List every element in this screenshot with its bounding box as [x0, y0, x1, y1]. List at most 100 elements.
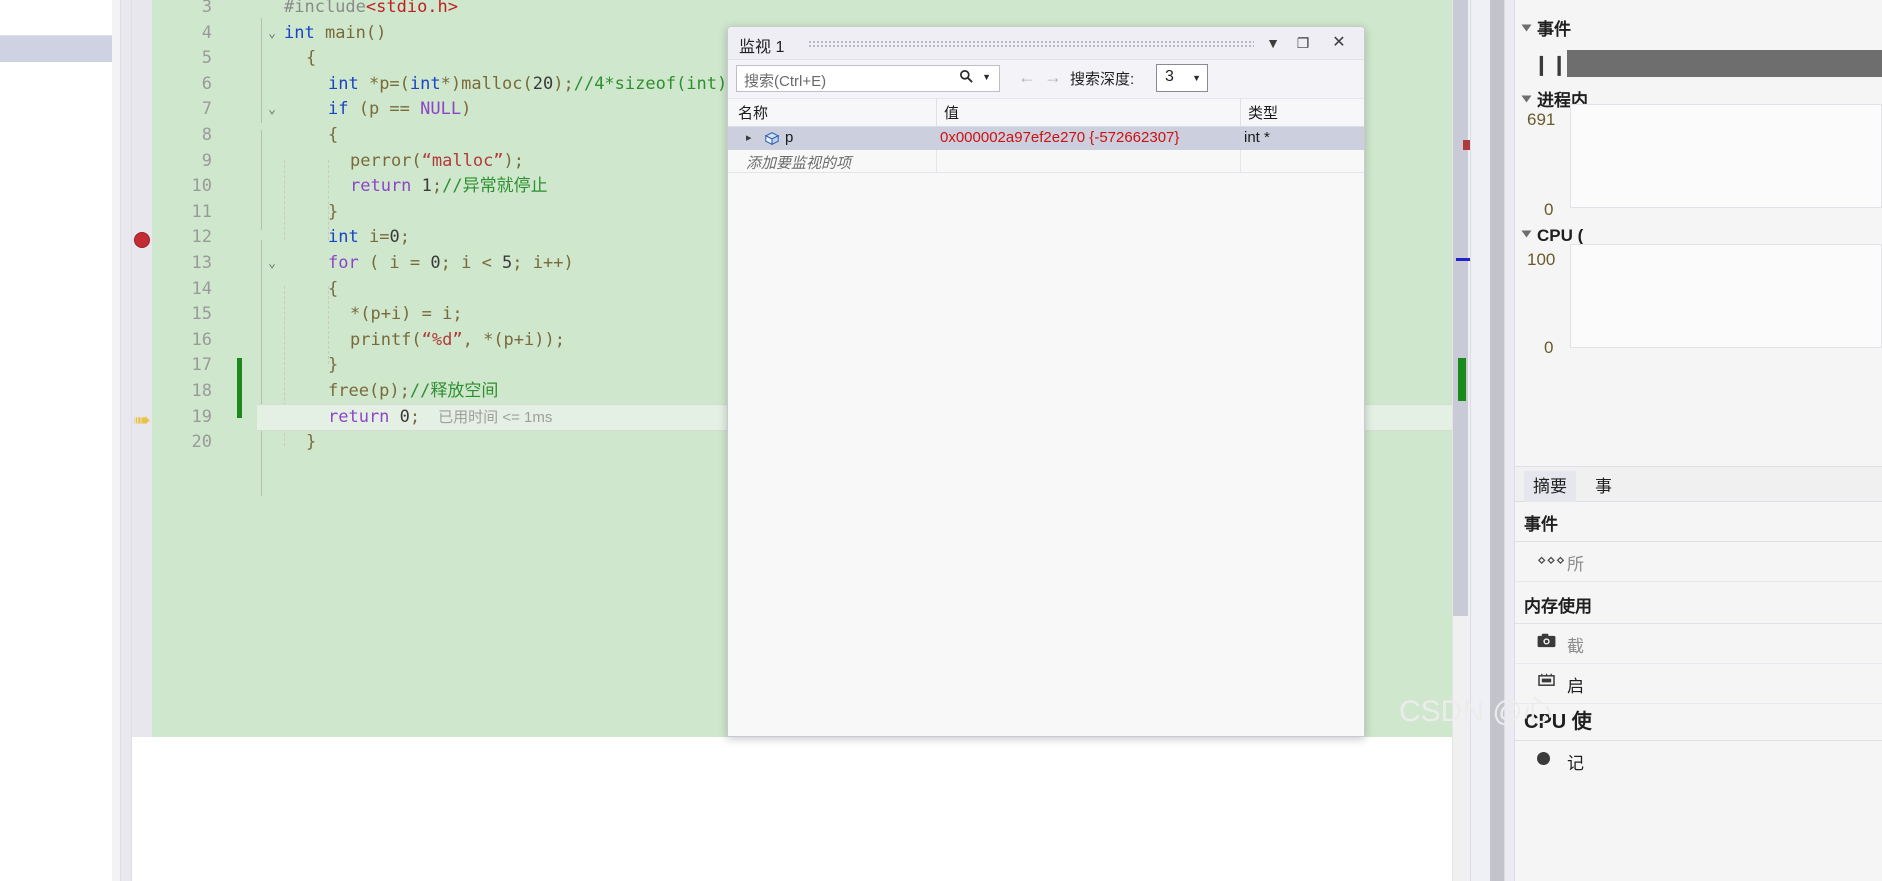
maximize-icon[interactable]: ❐: [1290, 31, 1316, 55]
chevron-down-icon[interactable]: ▼: [1260, 31, 1286, 55]
column-header-name[interactable]: 名称: [738, 102, 768, 123]
watch-window-titlebar[interactable]: 监视 1 ▼ ❐ ✕: [728, 27, 1364, 60]
watch-window-title: 监视 1: [739, 39, 785, 56]
drag-handle-dots-icon[interactable]: [808, 40, 1254, 47]
line-number: 18: [191, 381, 212, 401]
list-item-label: 启: [1567, 677, 1584, 696]
row-underline: [728, 172, 1364, 173]
line-number: 15: [191, 304, 212, 325]
cpu-chart[interactable]: [1570, 244, 1882, 348]
line-number: 6: [201, 73, 212, 94]
collapse-triangle-icon[interactable]: [1521, 24, 1532, 32]
section-header-cpu[interactable]: CPU (: [1521, 226, 1584, 246]
diagnostics-content: 事件 ❙❙ 进程内 691 0 CPU ( 100 0 摘要 事 事件 ⋄⋄⋄ …: [1515, 0, 1882, 881]
row-column-divider-1: [936, 150, 937, 173]
variable-icon: [764, 131, 780, 146]
code-text: return 0; 已用时间 <= 1ms: [328, 406, 553, 427]
table-row[interactable]: ▸ p 0x000002a97ef2e270 {-572662307} int …: [728, 127, 1364, 150]
code-text: }: [328, 355, 339, 376]
editor-right-margin: [1470, 0, 1490, 881]
search-depth-chevron-down-icon[interactable]: ▼: [1192, 73, 1201, 83]
code-text: }: [306, 432, 317, 453]
line-number: 12: [191, 227, 212, 248]
code-line[interactable]: 3 #include<stdio.h>: [152, 0, 1452, 21]
section-header-events[interactable]: 事件: [1521, 15, 1571, 40]
search-options-chevron-down-icon[interactable]: ▼: [982, 72, 991, 82]
code-text: for ( i = 0; i < 5; i++): [328, 253, 574, 273]
watch-window[interactable]: 监视 1 ▼ ❐ ✕ 搜索(Ctrl+E) ▼ ← → 搜索深度: 3 ▼ 名称…: [727, 26, 1365, 737]
watch-table-header[interactable]: 名称 值 类型: [728, 99, 1364, 127]
code-text: return 1;//异常就停止: [350, 176, 548, 197]
column-header-type[interactable]: 类型: [1248, 102, 1278, 123]
fold-chevron-down-icon[interactable]: ⌄: [262, 251, 282, 277]
events-glyph-icon: ⋄⋄⋄: [1537, 552, 1566, 569]
line-number: 5: [201, 48, 212, 69]
watch-item-name[interactable]: p: [785, 129, 793, 146]
editor-scrollbar-thumb[interactable]: [1453, 0, 1468, 616]
left-stub-selected-item[interactable]: [0, 36, 112, 62]
column-divider-1[interactable]: [936, 99, 937, 126]
camera-icon: [1537, 633, 1556, 652]
code-text: printf(“%d”, *(p+i));: [350, 329, 565, 350]
list-header-events: 事件: [1524, 515, 1558, 534]
add-watch-placeholder: 添加要监视的项: [746, 155, 852, 172]
line-number: 11: [191, 201, 212, 222]
memory-axis-min: 0: [1544, 200, 1554, 219]
close-icon[interactable]: ✕: [1326, 31, 1352, 55]
section-header-cpu-label: CPU (: [1537, 226, 1584, 245]
diagnostics-panel[interactable]: 事件 ❙❙ 进程内 691 0 CPU ( 100 0 摘要 事 事件 ⋄⋄⋄ …: [1490, 0, 1882, 881]
list-item[interactable]: ⋄⋄⋄ 所: [1515, 542, 1882, 582]
variable-icon-svg: [764, 132, 780, 146]
pause-icon[interactable]: ❙❙: [1533, 52, 1569, 77]
breakpoint-gutter[interactable]: [132, 0, 152, 737]
record-dot-icon: [1537, 752, 1550, 765]
code-text: int i=0;: [328, 227, 410, 248]
watch-toolbar[interactable]: 搜索(Ctrl+E) ▼ ← → 搜索深度: 3 ▼: [728, 60, 1364, 99]
line-number: 3: [201, 0, 212, 17]
search-depth-select[interactable]: 3 ▼: [1156, 64, 1208, 92]
line-number: 8: [201, 125, 212, 145]
left-gutter-outer: [112, 0, 120, 881]
collapse-triangle-icon[interactable]: [1521, 95, 1532, 103]
tab-summary[interactable]: 摘要: [1524, 471, 1576, 502]
watch-table-body[interactable]: ▸ p 0x000002a97ef2e270 {-572662307} int …: [728, 127, 1364, 736]
breakpoint-marker[interactable]: [134, 232, 150, 248]
tab-events[interactable]: 事: [1586, 471, 1621, 502]
collapse-triangle-icon[interactable]: [1521, 230, 1532, 238]
code-text: {: [306, 48, 317, 69]
app-root: 3 #include<stdio.h> 4 ⌄ int main() 5{6 int *p=…: [0, 0, 1882, 881]
code-text: perror(“malloc”);: [350, 150, 525, 171]
diagnostics-tabs[interactable]: 摘要 事: [1515, 466, 1882, 502]
list-header-memory-usage: 内存使用: [1524, 597, 1592, 616]
line-number: 14: [191, 278, 212, 299]
row-column-divider-2: [1240, 150, 1241, 173]
memory-chart[interactable]: [1570, 104, 1882, 208]
panel-scrollbar-inner[interactable]: [1504, 0, 1515, 881]
add-watch-item-row[interactable]: 添加要监视的项: [728, 150, 1364, 173]
events-timeline-track[interactable]: [1567, 50, 1882, 77]
list-item[interactable]: 启: [1515, 664, 1882, 704]
camera-icon-svg: [1537, 633, 1556, 648]
list-item[interactable]: 记: [1515, 741, 1882, 781]
fold-chevron-down-icon[interactable]: ⌄: [262, 97, 282, 123]
list-item-label: 截: [1567, 637, 1584, 656]
line-number: 4: [201, 22, 212, 43]
watch-item-value[interactable]: 0x000002a97ef2e270 {-572662307}: [940, 129, 1179, 146]
code-text: {: [328, 125, 339, 145]
expand-chevron-right-icon[interactable]: ▸: [746, 131, 752, 144]
search-nav-back-icon[interactable]: ←: [1018, 67, 1036, 88]
search-input[interactable]: 搜索(Ctrl+E) ▼: [736, 65, 1000, 92]
search-icon[interactable]: [959, 69, 974, 88]
line-number: 19: [191, 406, 212, 427]
left-stub-body: [0, 62, 112, 881]
panel-scrollbar-outer[interactable]: [1490, 0, 1504, 881]
column-divider-2[interactable]: [1240, 99, 1241, 126]
code-text: free(p);//释放空间: [328, 381, 499, 401]
fold-chevron-down-icon[interactable]: ⌄: [262, 21, 282, 47]
line-number: 9: [201, 150, 212, 171]
list-item-label: 记: [1567, 754, 1584, 773]
list-item[interactable]: 截: [1515, 624, 1882, 664]
search-nav-forward-icon[interactable]: →: [1044, 67, 1062, 88]
code-text: if (p == NULL): [328, 99, 472, 120]
column-header-value[interactable]: 值: [944, 102, 959, 123]
